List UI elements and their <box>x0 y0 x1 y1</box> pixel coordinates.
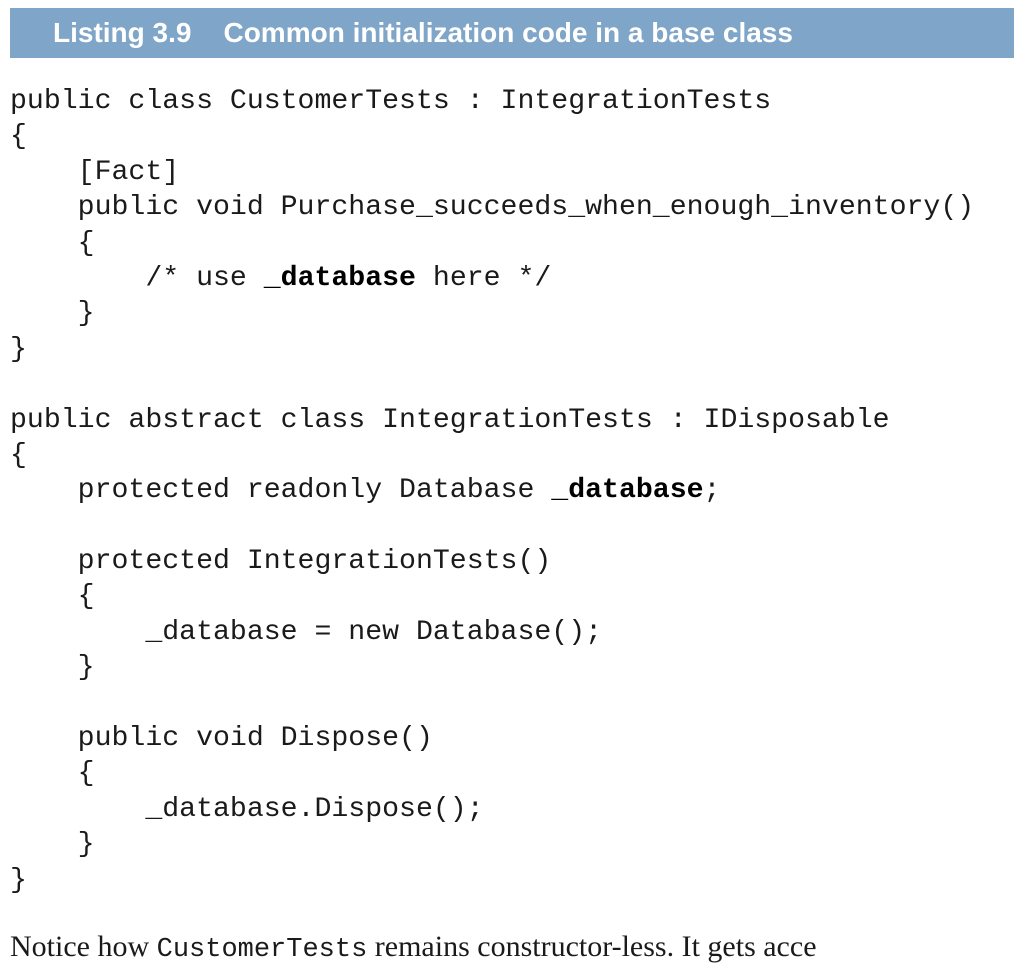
code-line: public class CustomerTests : Integration… <box>10 84 974 119</box>
code-line: } <box>10 296 974 331</box>
code-line: { <box>10 438 974 473</box>
code-line: { <box>10 579 974 614</box>
code-line: public void Purchase_succeeds_when_enoug… <box>10 190 975 225</box>
code-token: } <box>10 298 95 330</box>
code-token: ; <box>703 475 721 507</box>
code-token: protected IntegrationTests() <box>10 546 552 578</box>
code-token: { <box>10 758 95 790</box>
code-token: public void Purchase_succeeds_when_enoug… <box>10 192 975 224</box>
code-line: _database = new Database(); <box>10 615 974 650</box>
code-line: protected readonly Database _database; <box>10 473 974 508</box>
code-token: { <box>10 581 95 613</box>
code-token: /* use <box>10 262 264 294</box>
code-listing: public class CustomerTests : Integration… <box>10 84 974 898</box>
code-line: { <box>10 119 974 154</box>
code-line: } <box>10 650 974 685</box>
code-token: _database = new Database(); <box>10 616 603 648</box>
listing-title: Common initialization code in a base cla… <box>223 17 793 48</box>
code-line: [Fact] <box>10 155 974 190</box>
code-line: } <box>10 332 974 367</box>
code-token: { <box>10 121 27 153</box>
code-token: } <box>10 864 27 896</box>
code-line: } <box>10 863 974 898</box>
code-line: /* use _database here */ <box>10 261 974 296</box>
code-line: } <box>10 827 974 862</box>
code-token-emphasized: _database <box>551 475 704 507</box>
code-line: public abstract class IntegrationTests :… <box>10 403 974 438</box>
prose-text: Notice how <box>10 930 157 963</box>
code-line: protected IntegrationTests() <box>10 544 974 579</box>
code-token: } <box>10 829 95 861</box>
code-token-emphasized: _database <box>263 262 416 294</box>
prose-text-continued: remains constructor-less. It gets acce <box>367 930 817 963</box>
code-line: _database.Dispose(); <box>10 792 974 827</box>
code-token: { <box>10 227 95 259</box>
code-token: public class CustomerTests : Integration… <box>10 86 772 117</box>
code-token: protected readonly Database <box>10 475 552 507</box>
code-line: { <box>10 756 974 791</box>
listing-number: Listing 3.9 <box>53 17 192 48</box>
code-token: public abstract class IntegrationTests :… <box>10 404 890 436</box>
inline-code-class-name: CustomerTests <box>156 935 368 965</box>
code-token: { <box>10 439 27 471</box>
code-line: { <box>10 226 974 261</box>
code-token: } <box>10 652 95 684</box>
code-token: } <box>10 333 27 365</box>
code-token: [Fact] <box>10 156 180 188</box>
code-token: public void Dispose() <box>10 723 433 755</box>
listing-header: Listing 3.9 Common initialization code i… <box>10 8 1014 58</box>
code-line: public void Dispose() <box>10 721 974 756</box>
code-token: _database.Dispose(); <box>10 793 484 825</box>
code-token: here */ <box>415 262 552 294</box>
